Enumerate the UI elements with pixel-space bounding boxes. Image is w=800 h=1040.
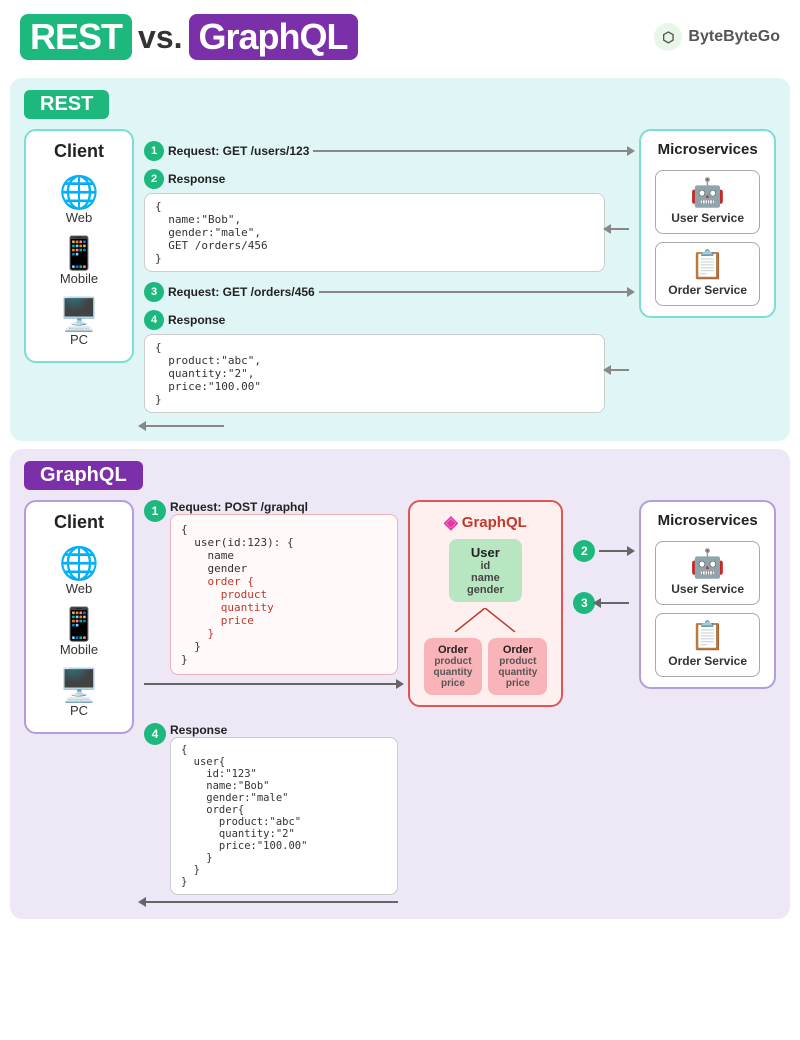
graphql-inner: Client Web Mobile PC 1 Request: POST /gr… <box>24 500 776 905</box>
rest-step3-label: Request: GET /orders/456 <box>168 285 315 299</box>
rest-microservices-title: Microservices <box>658 141 758 158</box>
rest-step1-badge: 1 <box>144 141 164 161</box>
rest-step1-label: Request: GET /users/123 <box>168 144 309 158</box>
gql-request-box: { user(id:123): { name gender order { pr… <box>170 514 398 675</box>
gql-step4-label: Response <box>170 723 398 737</box>
rest-step4-label: Response <box>168 313 225 327</box>
rest-step4-badge: 4 <box>144 310 164 330</box>
gql-web-label: Web <box>66 581 93 596</box>
rest-step2-label: Response <box>168 172 225 186</box>
gql-order-node1-title: Order <box>434 644 473 656</box>
rest-step3-badge: 3 <box>144 282 164 302</box>
web-label: Web <box>66 210 93 225</box>
gql-order-service-card: 📋 Order Service <box>655 613 760 677</box>
gql-microservices-box: Microservices 🤖 User Service 📋 Order Ser… <box>639 500 776 689</box>
rest-step4-response: { product:"abc", quantity:"2", price:"10… <box>144 334 605 413</box>
gql-order-node2-title: Order <box>498 644 537 656</box>
graphql-section-label: GraphQL <box>24 461 143 490</box>
rest-device-web: Web <box>59 176 99 225</box>
graphql-icon: ◈ <box>444 512 458 533</box>
gql-server-box: ◈ GraphQL User idnamegender Order produc… <box>408 500 564 707</box>
gql-step3-badge: 3 <box>573 592 595 614</box>
gql-client-title: Client <box>54 512 104 533</box>
gql-server-label: GraphQL <box>462 514 527 531</box>
gql-device-mobile: Mobile <box>59 608 99 657</box>
gql-pc-label: PC <box>70 703 88 718</box>
gql-step4-badge: 4 <box>144 723 166 745</box>
header: REST vs. GraphQL ⬡ ByteByteGo <box>0 0 800 70</box>
gql-order-service-label: Order Service <box>668 654 747 668</box>
graphql-section: GraphQL Client Web Mobile PC 1 <box>10 449 790 919</box>
rest-order-service-label: Order Service <box>668 283 747 297</box>
gql-tree-svg <box>425 608 545 632</box>
brand-icon: ⬡ <box>654 23 682 51</box>
gql-order-node1: Order productquantityprice <box>424 638 483 695</box>
rest-flow: 1 Request: GET /users/123 2 Response { n… <box>144 129 629 427</box>
rest-section: REST Client Web Mobile PC 1 Request: GET <box>10 78 790 441</box>
gql-order-fields2: productquantityprice <box>498 656 537 689</box>
gql-step1-label: Request: POST /graphql <box>170 500 398 514</box>
pc-label: PC <box>70 332 88 347</box>
mobile-icon <box>59 237 99 269</box>
gql-order-fields1: productquantityprice <box>434 656 473 689</box>
gql-flow: 1 Request: POST /graphql { user(id:123):… <box>144 500 398 905</box>
rest-order-service-icon: 📋 <box>690 251 725 279</box>
brand: ⬡ ByteByteGo <box>654 23 780 51</box>
rest-device-pc: PC <box>59 298 99 347</box>
gql-right-arrows: 2 3 <box>573 500 629 614</box>
web-icon <box>59 176 99 208</box>
gql-order-node2: Order productquantityprice <box>488 638 547 695</box>
gql-device-web: Web <box>59 547 99 596</box>
gql-pc-icon <box>59 669 99 701</box>
gql-step2-badge: 2 <box>573 540 595 562</box>
pc-icon <box>59 298 99 330</box>
gql-user-service-card: 🤖 User Service <box>655 541 760 605</box>
rest-client-box: Client Web Mobile PC <box>24 129 134 363</box>
rest-step2-row: 2 Response { name:"Bob", gender:"male", … <box>144 169 629 274</box>
rest-microservices-box: Microservices 🤖 User Service 📋 Order Ser… <box>639 129 776 318</box>
rest-order-service-card: 📋 Order Service <box>655 242 760 306</box>
rest-title-badge: REST <box>20 14 132 60</box>
rest-client-title: Client <box>54 141 104 162</box>
gql-order-nodes: Order productquantityprice Order product… <box>424 638 548 695</box>
gql-web-icon <box>59 547 99 579</box>
gql-mobile-label: Mobile <box>60 642 98 657</box>
gql-device-pc: PC <box>59 669 99 718</box>
gql-user-node-title: User <box>467 545 504 560</box>
rest-step1-row: 1 Request: GET /users/123 <box>144 141 629 161</box>
graphql-title-badge: GraphQL <box>189 14 358 60</box>
rest-device-mobile: Mobile <box>59 237 99 286</box>
rest-step2-response: { name:"Bob", gender:"male", GET /orders… <box>144 193 605 272</box>
rest-user-service-label: User Service <box>671 211 744 225</box>
mobile-label: Mobile <box>60 271 98 286</box>
gql-user-service-icon: 🤖 <box>690 550 725 578</box>
gql-client-box: Client Web Mobile PC <box>24 500 134 734</box>
gql-step1-badge: 1 <box>144 500 166 522</box>
gql-mobile-icon <box>59 608 99 640</box>
gql-microservices-title: Microservices <box>658 512 758 529</box>
gql-response-box: { user{ id:"123" name:"Bob" gender:"male… <box>170 737 398 895</box>
title-block: REST vs. GraphQL <box>20 14 358 60</box>
rest-step3-row: 3 Request: GET /orders/456 <box>144 282 629 302</box>
gql-order-service-icon: 📋 <box>690 622 725 650</box>
vs-text: vs. <box>138 19 182 56</box>
gql-user-node: User idnamegender <box>449 539 522 602</box>
rest-step3-arrow <box>319 291 630 293</box>
brand-name: ByteByteGo <box>688 28 780 46</box>
rest-inner: Client Web Mobile PC 1 Request: GET /use… <box>24 129 776 427</box>
rest-user-service-icon: 🤖 <box>690 179 725 207</box>
rest-step4-row: 4 Response { product:"abc", quantity:"2"… <box>144 310 629 415</box>
gql-server-title: ◈ GraphQL <box>444 512 527 533</box>
rest-step2-badge: 2 <box>144 169 164 189</box>
rest-step1-arrow <box>313 150 629 152</box>
rest-section-label: REST <box>24 90 109 119</box>
gql-user-fields: idnamegender <box>467 560 504 596</box>
gql-user-service-label: User Service <box>671 582 744 596</box>
rest-user-service-card: 🤖 User Service <box>655 170 760 234</box>
